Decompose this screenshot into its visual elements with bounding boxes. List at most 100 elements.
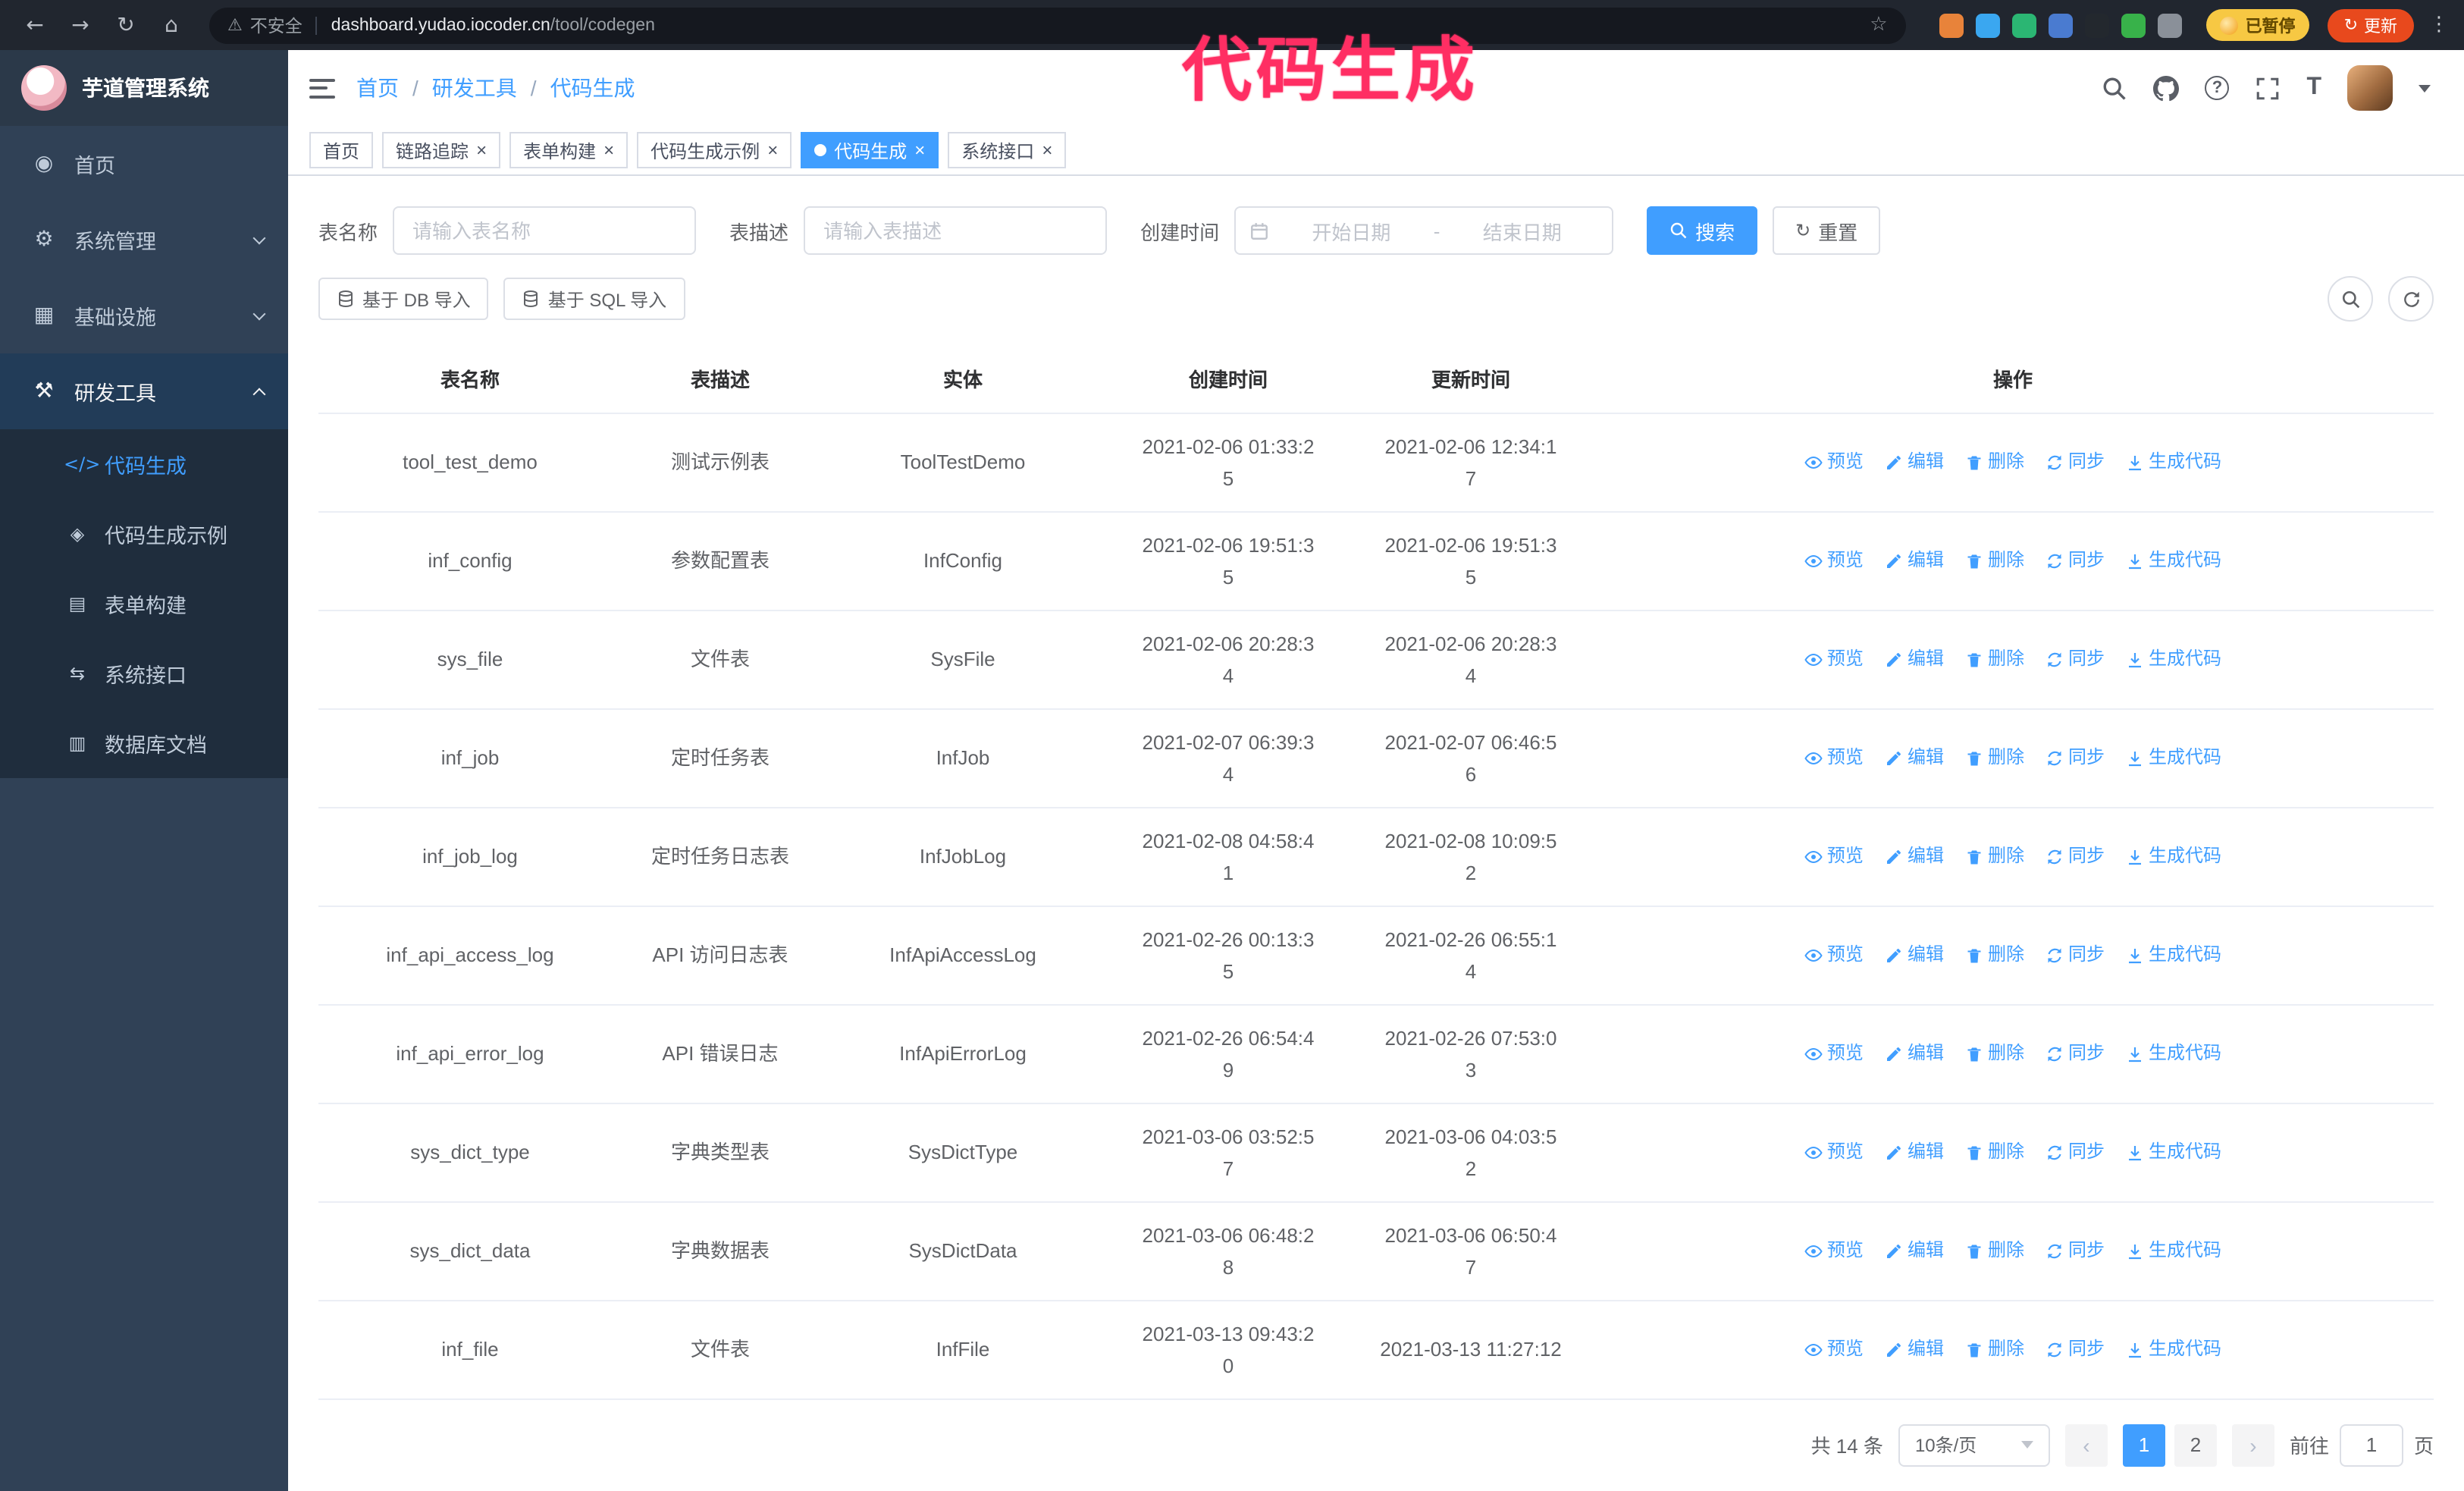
sidebar-item-codegen[interactable]: </> 代码生成 xyxy=(0,429,288,499)
help-icon[interactable]: ? xyxy=(2205,76,2230,100)
tab-system-api[interactable]: 系统接口 × xyxy=(948,132,1067,168)
preview-link[interactable]: 预览 xyxy=(1804,939,1864,971)
preview-link[interactable]: 预览 xyxy=(1804,742,1864,774)
edit-link[interactable]: 编辑 xyxy=(1885,939,1944,971)
edit-link[interactable]: 编辑 xyxy=(1885,1136,1944,1168)
avatar[interactable] xyxy=(2347,65,2393,111)
tab-codegen-example[interactable]: 代码生成示例 × xyxy=(637,132,792,168)
forward-icon[interactable]: → xyxy=(61,13,100,37)
tab-home[interactable]: 首页 xyxy=(309,132,374,168)
caret-down-icon[interactable] xyxy=(2419,84,2431,92)
edit-link[interactable]: 编辑 xyxy=(1885,742,1944,774)
reset-button[interactable]: ↻ 重置 xyxy=(1773,206,1881,255)
delete-link[interactable]: 删除 xyxy=(1965,545,2024,576)
github-icon[interactable] xyxy=(2153,75,2179,101)
font-size-icon[interactable]: T xyxy=(2306,74,2321,102)
edit-link[interactable]: 编辑 xyxy=(1885,545,1944,576)
sidebar-item-system[interactable]: ⚙ 系统管理 xyxy=(0,202,288,278)
create-time-range-picker[interactable]: 开始日期 - 结束日期 xyxy=(1234,206,1614,255)
sync-link[interactable]: 同步 xyxy=(2045,742,2105,774)
edit-link[interactable]: 编辑 xyxy=(1885,840,1944,872)
preview-link[interactable]: 预览 xyxy=(1804,446,1864,478)
sync-link[interactable]: 同步 xyxy=(2045,545,2105,576)
prev-page-button[interactable]: ‹ xyxy=(2064,1424,2108,1466)
preview-link[interactable]: 预览 xyxy=(1804,545,1864,576)
sync-link[interactable]: 同步 xyxy=(2045,643,2105,675)
breadcrumb-item[interactable]: 代码生成 xyxy=(550,73,635,103)
sync-link[interactable]: 同步 xyxy=(2045,939,2105,971)
search-button[interactable]: 搜索 xyxy=(1647,206,1758,255)
tab-tracing[interactable]: 链路追踪 × xyxy=(382,132,501,168)
preview-link[interactable]: 预览 xyxy=(1804,1136,1864,1168)
table-name-input[interactable] xyxy=(393,206,697,255)
close-icon[interactable]: × xyxy=(603,141,614,159)
page-button-2[interactable]: 2 xyxy=(2174,1424,2217,1466)
sidebar-item-devtools[interactable]: ⚒ 研发工具 xyxy=(0,353,288,429)
extension-leaf-icon[interactable] xyxy=(2121,13,2146,37)
generate-code-link[interactable]: 生成代码 xyxy=(2126,939,2221,971)
sync-link[interactable]: 同步 xyxy=(2045,1333,2105,1365)
preview-link[interactable]: 预览 xyxy=(1804,1037,1864,1069)
edit-link[interactable]: 编辑 xyxy=(1885,1037,1944,1069)
edit-link[interactable]: 编辑 xyxy=(1885,1235,1944,1267)
generate-code-link[interactable]: 生成代码 xyxy=(2126,742,2221,774)
extension-indigo-icon[interactable] xyxy=(2048,13,2073,37)
app-logo[interactable]: 芋道管理系统 xyxy=(0,50,288,126)
sidebar-item-codegen-example[interactable]: ◈ 代码生成示例 xyxy=(0,499,288,569)
sidebar-item-form-builder[interactable]: ▤ 表单构建 xyxy=(0,569,288,639)
preview-link[interactable]: 预览 xyxy=(1804,840,1864,872)
delete-link[interactable]: 删除 xyxy=(1965,1235,2024,1267)
bookmark-star-icon[interactable]: ☆ xyxy=(1870,14,1887,36)
preview-link[interactable]: 预览 xyxy=(1804,1235,1864,1267)
breadcrumb-item[interactable]: 首页 xyxy=(356,73,399,103)
extension-dark-icon[interactable] xyxy=(2084,13,2109,37)
extension-orange-icon[interactable] xyxy=(1939,13,1964,37)
sidebar-item-infra[interactable]: ▦ 基础设施 xyxy=(0,278,288,353)
import-sql-button[interactable]: 基于 SQL 导入 xyxy=(503,278,685,320)
home-icon[interactable]: ⌂ xyxy=(152,13,191,37)
close-icon[interactable]: × xyxy=(476,141,487,159)
sidebar-item-db-doc[interactable]: ▥ 数据库文档 xyxy=(0,708,288,778)
page-size-select[interactable]: 10条/页 xyxy=(1898,1424,2050,1466)
generate-code-link[interactable]: 生成代码 xyxy=(2126,1136,2221,1168)
hamburger-icon[interactable] xyxy=(309,78,335,98)
delete-link[interactable]: 删除 xyxy=(1965,742,2024,774)
address-bar[interactable]: ⚠ 不安全 dashboard.yudao.iocoder.cn/tool/co… xyxy=(209,7,1906,43)
tab-form-builder[interactable]: 表单构建 × xyxy=(509,132,629,168)
sync-link[interactable]: 同步 xyxy=(2045,1037,2105,1069)
generate-code-link[interactable]: 生成代码 xyxy=(2126,1037,2221,1069)
close-icon[interactable]: × xyxy=(914,141,925,159)
goto-page-input[interactable] xyxy=(2339,1424,2403,1466)
extension-blue-icon[interactable] xyxy=(1975,13,2000,37)
delete-link[interactable]: 删除 xyxy=(1965,1136,2024,1168)
generate-code-link[interactable]: 生成代码 xyxy=(2126,840,2221,872)
delete-link[interactable]: 删除 xyxy=(1965,939,2024,971)
sync-link[interactable]: 同步 xyxy=(2045,840,2105,872)
sidebar-item-system-api[interactable]: ⇆ 系统接口 xyxy=(0,639,288,708)
tab-codegen[interactable]: 代码生成 × xyxy=(801,132,939,168)
sync-link[interactable]: 同步 xyxy=(2045,1235,2105,1267)
delete-link[interactable]: 删除 xyxy=(1965,840,2024,872)
table-desc-input[interactable] xyxy=(804,206,1108,255)
close-icon[interactable]: × xyxy=(1042,141,1052,159)
sync-link[interactable]: 同步 xyxy=(2045,446,2105,478)
start-date-placeholder[interactable]: 开始日期 xyxy=(1275,216,1428,245)
breadcrumb-item[interactable]: 研发工具 xyxy=(432,73,517,103)
paused-badge[interactable]: 已暂停 xyxy=(2205,9,2309,41)
delete-link[interactable]: 删除 xyxy=(1965,1037,2024,1069)
preview-link[interactable]: 预览 xyxy=(1804,1333,1864,1365)
back-icon[interactable]: ← xyxy=(15,13,55,37)
delete-link[interactable]: 删除 xyxy=(1965,1333,2024,1365)
close-icon[interactable]: × xyxy=(767,141,778,159)
generate-code-link[interactable]: 生成代码 xyxy=(2126,1235,2221,1267)
end-date-placeholder[interactable]: 结束日期 xyxy=(1446,216,1598,245)
sidebar-item-home[interactable]: ◉ 首页 xyxy=(0,126,288,202)
generate-code-link[interactable]: 生成代码 xyxy=(2126,545,2221,576)
page-button-1[interactable]: 1 xyxy=(2122,1424,2165,1466)
generate-code-link[interactable]: 生成代码 xyxy=(2126,446,2221,478)
toggle-search-button[interactable] xyxy=(2328,276,2373,322)
fullscreen-icon[interactable] xyxy=(2255,75,2281,101)
refresh-button[interactable] xyxy=(2388,276,2434,322)
update-button[interactable]: ↻ 更新 xyxy=(2327,8,2414,42)
edit-link[interactable]: 编辑 xyxy=(1885,643,1944,675)
